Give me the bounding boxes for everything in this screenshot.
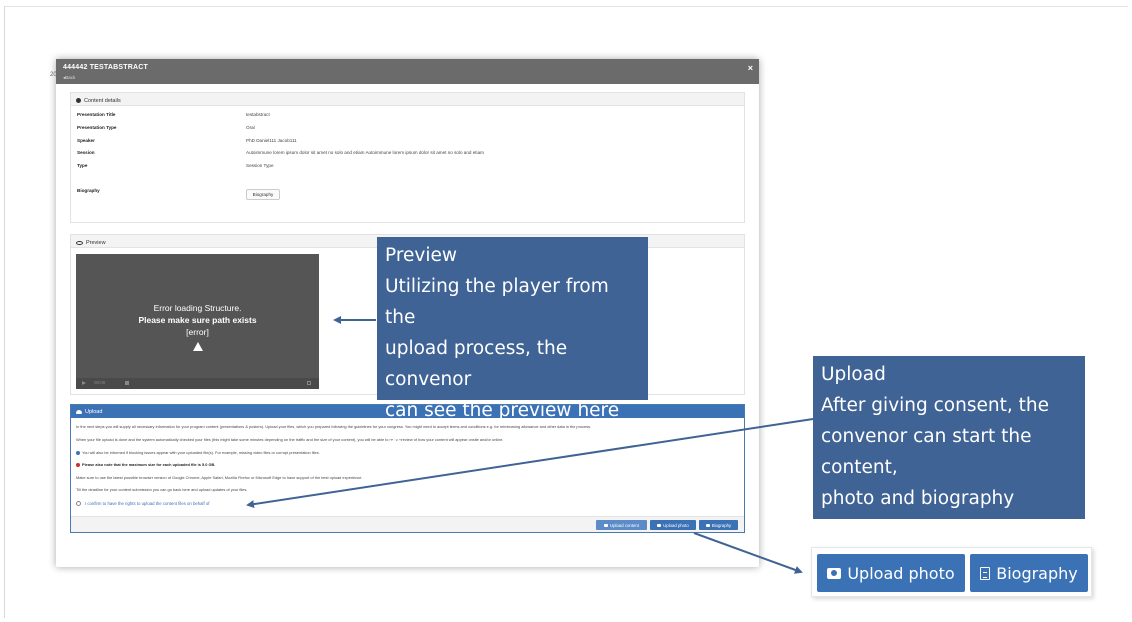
content-details-heading: Content details [71,93,744,106]
upload-title: Upload [85,408,103,415]
preview-callout: Preview Utilizing the player from the up… [377,237,648,483]
upload-info-line: You will also be informed if blocking is… [76,450,320,455]
camera-icon [657,523,662,527]
preview-callout-line: Utilizing the player from the [385,276,609,328]
zoomed-upload-photo-label: Upload photo [847,563,955,583]
error-line-2: Please make sure path exists [138,315,257,325]
detail-value: PhD Daniel111 Jacob111 [246,138,297,143]
biography-upload-button[interactable]: Biography [699,520,738,530]
modal-header: 444442 TESTABSTRACT ◂Back × [56,59,759,84]
upload-footer: Upload content Upload photo Biography [71,516,744,532]
upload-callout-line: convenor can start the content, [821,426,1032,478]
player-controls: 00:00 [76,378,319,389]
biography-button[interactable]: Biography [246,189,280,200]
error-line-3: [error] [186,327,209,337]
upload-content-button[interactable]: Upload content [596,520,647,530]
warning-icon [192,342,203,351]
eye-icon [76,240,83,245]
detail-label: Type [77,163,88,168]
detail-label: Presentation Type [77,125,117,130]
preview-callout-title: Preview [385,245,458,266]
zoomed-upload-photo-button[interactable]: Upload photo [817,554,965,592]
detail-label: Speaker [77,138,95,143]
info-icon [76,450,80,455]
upload-size-warning: Please also note that the maximum size f… [76,462,215,467]
upload-photo-label: Upload photo [663,522,689,528]
camera-icon [827,567,842,579]
preview-title: Preview [86,239,106,246]
biography-upload-label: Biography [711,522,732,528]
consent-radio[interactable] [76,501,81,506]
info-circle-icon [76,98,81,103]
player-time: 00:00 [94,380,106,385]
consent-option[interactable]: I confirm to have the rights to upload t… [76,501,209,506]
cloud-upload-icon [604,523,609,527]
alert-icon [76,462,80,467]
zoomed-biography-label: Biography [996,563,1078,583]
close-icon[interactable]: × [748,63,753,73]
detail-label: Session [77,150,95,155]
content-details-title: Content details [84,97,121,104]
upload-callout-line: photo and biography upload [821,488,1015,540]
detail-value: testabstract [246,112,270,117]
preview-callout-line: upload process, the convenor [385,338,568,390]
upload-photo-button[interactable]: Upload photo [650,520,696,530]
content-details-panel: Content details Presentation Title testa… [70,92,745,223]
detail-label: Biography [77,188,100,193]
upload-content-label: Upload content [610,522,639,528]
upload-info-text: You will also be informed if blocking is… [82,450,320,455]
consent-label[interactable]: I confirm to have the rights to upload t… [85,501,209,506]
document-icon [980,566,991,580]
preview-callout-line: well [385,462,422,483]
upload-info-line: Make sure to use the latest possible bro… [76,475,363,480]
modal-title: 444442 TESTABSTRACT [63,64,148,71]
zoomed-buttons-panel: Upload photo Biography [811,547,1092,597]
detail-label: Presentation Title [77,112,116,117]
preview-callout-line: can see the preview here as [385,400,620,452]
zoomed-biography-button[interactable]: Biography [970,554,1088,592]
volume-icon[interactable] [125,381,129,385]
player-error-message: Error loading Structure. Please make sur… [76,302,319,351]
detail-value: Autoimmune lorem ipsum dolor sit amet no… [246,150,484,155]
fullscreen-icon[interactable] [307,381,311,385]
upload-callout-title: Upload [821,364,886,385]
back-link[interactable]: ◂Back [63,75,75,81]
upload-callout: Upload After giving consent, the conveno… [813,356,1085,571]
error-line-1: Error loading Structure. [153,303,242,313]
upload-info-line: Till the deadline for your content submi… [76,487,248,492]
upload-size-text: Please also note that the maximum size f… [82,462,216,467]
video-player[interactable]: Error loading Structure. Please make sur… [76,254,319,389]
document-icon [705,523,710,527]
upload-callout-line: After giving consent, the [821,395,1049,416]
play-icon[interactable] [82,381,86,385]
detail-value: Session Type [246,163,274,168]
detail-value: Oral [246,125,255,130]
cloud-upload-icon [76,409,82,414]
